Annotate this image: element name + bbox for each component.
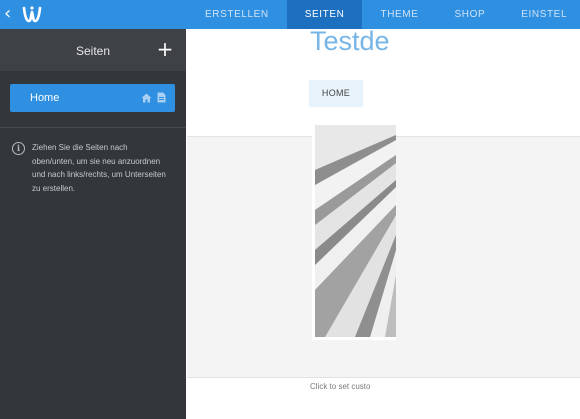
tab-seiten[interactable]: Seiten bbox=[286, 0, 363, 29]
tab-einstellungen[interactable]: Einstel bbox=[503, 0, 580, 29]
abstract-architecture-image[interactable] bbox=[312, 122, 396, 340]
document-icon[interactable] bbox=[157, 92, 166, 103]
sidebar-info-text: Ziehen Sie die Seiten nach oben/unten, u… bbox=[32, 143, 166, 193]
main-nav: Erstellen Seiten Theme Shop Einstel bbox=[187, 0, 580, 29]
tab-theme[interactable]: Theme bbox=[362, 0, 436, 29]
site-nav-home[interactable]: HOME bbox=[309, 80, 363, 107]
tab-shop[interactable]: Shop bbox=[436, 0, 503, 29]
pages-sidebar: Seiten + Home i Ziehen Sie die Seiten na… bbox=[0, 29, 186, 419]
content-divider bbox=[187, 377, 580, 378]
info-icon: i bbox=[12, 142, 25, 155]
tab-erstellen[interactable]: Erstellen bbox=[187, 0, 287, 29]
plus-icon[interactable]: + bbox=[156, 38, 174, 60]
site-title[interactable]: Testde bbox=[310, 26, 390, 57]
chevron-left-icon[interactable]: ‹ bbox=[4, 5, 18, 23]
top-navigation-bar: ‹ Erstellen Seiten Theme Shop Einstel bbox=[0, 0, 580, 29]
footer-text[interactable]: Click to set custo bbox=[310, 382, 370, 391]
page-item-home[interactable]: Home bbox=[10, 84, 175, 112]
page-item-label: Home bbox=[30, 92, 60, 104]
home-icon[interactable] bbox=[141, 93, 152, 103]
sidebar-header: Seiten + bbox=[0, 29, 186, 71]
weebly-logo-icon[interactable] bbox=[20, 4, 44, 25]
sidebar-divider bbox=[0, 127, 186, 128]
